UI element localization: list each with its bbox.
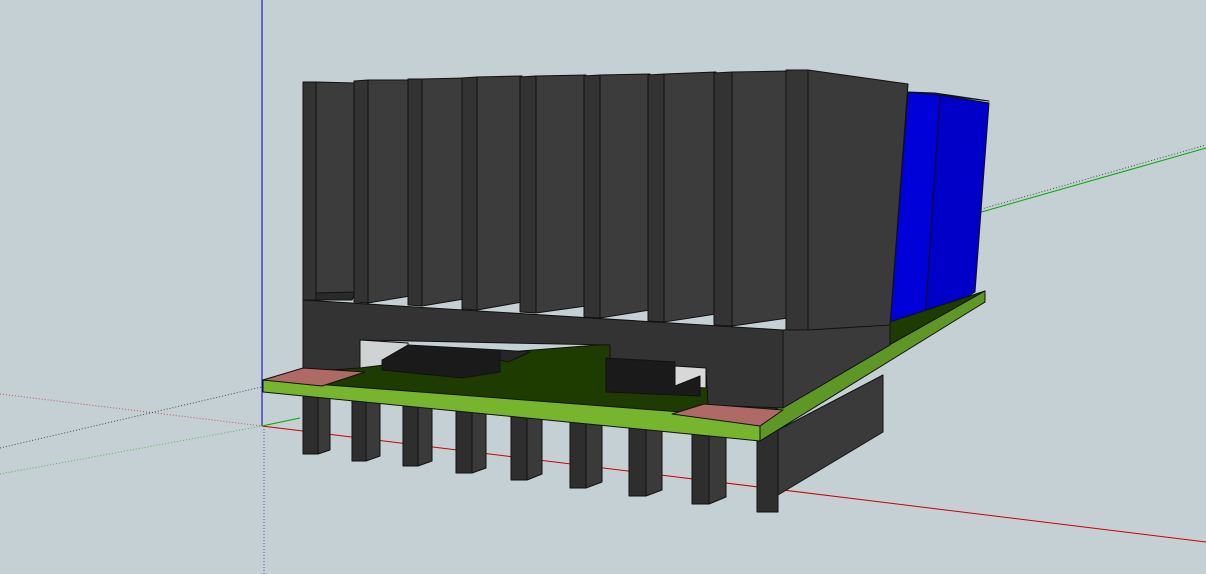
green-axis-solid bbox=[261, 417, 301, 427]
lower-fin-6 bbox=[569, 414, 587, 489]
black-axis-dotted bbox=[0, 377, 301, 449]
fin-4-side bbox=[476, 75, 523, 311]
fin-4 bbox=[461, 76, 478, 311]
fin-2 bbox=[353, 79, 369, 304]
lower-fin-3-side bbox=[417, 399, 433, 467]
fin-9-side bbox=[807, 69, 909, 331]
fin-8 bbox=[713, 71, 733, 327]
lower-fin-1 bbox=[302, 393, 319, 455]
lower-fin-3 bbox=[402, 401, 419, 467]
lower-fin-4-side bbox=[471, 403, 487, 474]
fin-9-front bbox=[785, 69, 809, 331]
black-axis-dotted-far bbox=[977, 144, 1206, 211]
lower-fin-1-side bbox=[317, 391, 331, 455]
green-axis-dotted bbox=[0, 425, 263, 475]
fin-3 bbox=[407, 78, 423, 307]
fin-3-side bbox=[421, 77, 465, 307]
fin-2-side bbox=[367, 79, 411, 304]
fin-1-slot bbox=[315, 291, 357, 301]
fin-1-side bbox=[315, 81, 357, 301]
sketchup-viewport[interactable] bbox=[0, 0, 1206, 574]
lower-fin-9 bbox=[756, 429, 779, 513]
fin-7 bbox=[647, 73, 665, 323]
lower-fin-5 bbox=[510, 409, 528, 481]
lower-fin-4 bbox=[455, 405, 473, 474]
fin-8-side bbox=[731, 70, 789, 327]
fin-5 bbox=[519, 75, 537, 314]
lower-fin-2 bbox=[351, 397, 367, 462]
lower-fin-8 bbox=[691, 424, 710, 505]
fin-7-side bbox=[663, 71, 717, 323]
fin-1 bbox=[302, 81, 317, 301]
fin-6 bbox=[583, 74, 601, 319]
fin-5-side bbox=[535, 74, 587, 314]
lower-fin-7 bbox=[628, 419, 647, 497]
green-axis-solid-far bbox=[977, 147, 1206, 214]
3d-model-canvas[interactable] bbox=[0, 0, 1206, 574]
fin-6-side bbox=[599, 73, 651, 319]
lower-fin-2-side bbox=[365, 395, 381, 462]
red-axis-dotted bbox=[0, 393, 263, 427]
